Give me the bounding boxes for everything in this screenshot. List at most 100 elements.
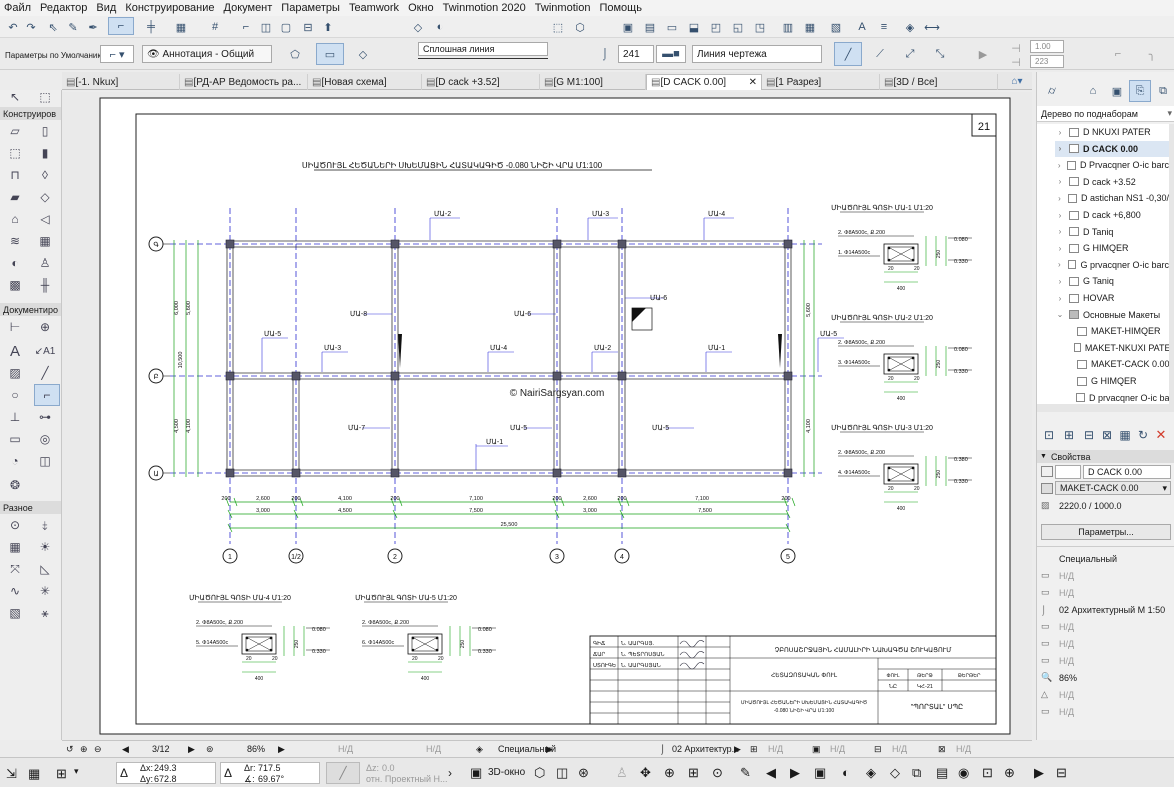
dy-value[interactable]: 672.8: [154, 774, 177, 784]
project-zero-label[interactable]: отн. Проектный Н...: [366, 774, 448, 784]
tree-scrollbar[interactable]: [1169, 124, 1174, 404]
change-tool-icon[interactable]: ❂: [4, 476, 26, 494]
dim-std-icon[interactable]: ⌡: [660, 744, 665, 754]
pointer-icon[interactable]: ⇖: [44, 18, 62, 36]
nd-line-6[interactable]: △ Н/Д: [1037, 686, 1174, 703]
render-icon-3d[interactable]: ◐: [842, 765, 850, 780]
tab-view[interactable]: ▤ [РД-АР Ведомость ра...: [180, 74, 308, 90]
view-map-icon[interactable]: ▣: [1107, 82, 1127, 100]
tree-item[interactable]: › G prvacqner O-ic barc: [1055, 257, 1169, 273]
dr-value[interactable]: 717.5: [258, 763, 281, 773]
tree-item[interactable]: G HIMQER: [1063, 373, 1174, 389]
guide-icon[interactable]: ╪: [140, 18, 162, 36]
zone-tool-icon[interactable]: ▩: [4, 276, 26, 294]
tab-view[interactable]: ▤ [D cack +3.52]: [422, 74, 540, 90]
worksheet-icon[interactable]: ◱: [728, 18, 748, 36]
dimension-tool-icon[interactable]: ⊢: [4, 318, 26, 336]
eyedropper-icon[interactable]: ✎: [64, 18, 82, 36]
wall-tool-icon[interactable]: ▱: [4, 122, 26, 140]
rectangle-icon[interactable]: ▭: [316, 43, 344, 65]
tree-item[interactable]: › HOVAR: [1055, 290, 1169, 306]
label-tool-icon[interactable]: ↙ A1: [34, 342, 56, 360]
pan-icon[interactable]: ✥: [640, 765, 651, 781]
hotspot-icon[interactable]: ✳: [34, 582, 56, 600]
tree-item[interactable]: › G Taniq: [1055, 273, 1169, 289]
renovation-status-icon[interactable]: ⊞: [750, 744, 758, 755]
zoom-3d-icon[interactable]: ⊕: [664, 765, 675, 781]
tab-view[interactable]: ▤ [-1. Nkux]: [62, 74, 180, 90]
expand-icon[interactable]: ›: [448, 766, 452, 780]
arrow-left-icon[interactable]: ◀: [766, 765, 776, 781]
navigator-popup-icon[interactable]: ⌭: [1041, 82, 1063, 100]
dx-value[interactable]: 249.3: [154, 763, 177, 773]
nd-line-7[interactable]: ▭ Н/Д: [1037, 703, 1174, 720]
camera-icon[interactable]: ⚹: [34, 604, 56, 622]
tree-item[interactable]: › D cack +6,800: [1055, 207, 1169, 223]
menu-item[interactable]: Teamwork: [345, 2, 404, 14]
filter-status-icon[interactable]: ⊟: [874, 744, 882, 755]
list-icon[interactable]: ▦: [800, 18, 820, 36]
arrow-tool-icon[interactable]: ↖: [4, 90, 26, 106]
section-tool-icon[interactable]: ▭: [4, 430, 26, 448]
calendar-icon[interactable]: ▧: [826, 18, 846, 36]
line-chained-icon[interactable]: ⟋: [868, 45, 892, 63]
text-tool-icon[interactable]: A: [4, 342, 26, 360]
pen-color-swatch[interactable]: ▬■: [656, 45, 686, 63]
menu-item[interactable]: Редактор: [36, 2, 92, 14]
shell-tool-icon[interactable]: ◁: [34, 210, 56, 228]
line-double-icon[interactable]: ⤢: [898, 45, 922, 63]
3d-cube-icon[interactable]: ◫: [556, 765, 568, 781]
layer-icon[interactable]: ◫: [256, 18, 276, 36]
pen-icon-3d[interactable]: ✎: [740, 765, 751, 781]
drawing-tool-icon[interactable]: ⊥: [4, 408, 26, 426]
nd-line-5[interactable]: ▭ Н/Д: [1037, 652, 1174, 669]
expand-arrow-icon[interactable]: ›: [1055, 227, 1065, 236]
view-icon[interactable]: ▢: [276, 18, 296, 36]
beam-tool-icon[interactable]: ⬚: [4, 144, 26, 162]
roof-tool-icon[interactable]: ⌂: [4, 210, 26, 228]
tree-item[interactable]: MAKET-HIMQER: [1063, 323, 1174, 339]
tracker-icon[interactable]: ⇲: [6, 766, 17, 782]
num-field-2[interactable]: 223: [1030, 55, 1064, 68]
line-single-icon[interactable]: ╱: [834, 42, 862, 66]
new-folder-icon[interactable]: ⊟: [1081, 426, 1097, 444]
num-field-1[interactable]: 1.00: [1030, 40, 1064, 53]
tree-item[interactable]: MAKET-CACK 0.00: [1063, 356, 1174, 372]
expand-arrow-icon[interactable]: ›: [1055, 244, 1065, 253]
nd-value-3[interactable]: Н/Д: [768, 744, 783, 754]
nd-line-3[interactable]: ▭ Н/Д: [1037, 618, 1174, 635]
worksheet-tool-icon[interactable]: ◫: [34, 452, 56, 470]
project-map-icon[interactable]: ⌂: [1083, 82, 1103, 100]
expand-arrow-icon[interactable]: ›: [1055, 161, 1063, 170]
marquee-icon[interactable]: ⬚: [548, 18, 568, 36]
line-arrow-icon[interactable]: ⤡: [928, 45, 952, 63]
menu-item[interactable]: Файл: [0, 2, 36, 14]
elevation-tool-icon[interactable]: ◎: [34, 430, 56, 448]
annotation-select[interactable]: 👁 Аннотация - Общий: [142, 45, 272, 63]
suspend-groups-icon[interactable]: ▦: [170, 18, 192, 36]
column-tool-icon[interactable]: ▯: [34, 122, 56, 140]
snapshot-icon[interactable]: ▣: [814, 765, 826, 781]
angle-lock-icon[interactable]: ╱: [326, 762, 360, 784]
orbit-icon[interactable]: ⊛: [578, 765, 589, 781]
layers-icon[interactable]: ◈: [476, 744, 483, 755]
relative-icon[interactable]: ⊞: [56, 766, 67, 782]
style-icon[interactable]: ◈: [866, 765, 876, 781]
morph-tool-icon[interactable]: ◐: [4, 254, 26, 272]
filter-icon[interactable]: ▤: [936, 765, 948, 781]
window-tool-icon[interactable]: ▮: [34, 144, 56, 162]
section-design[interactable]: Конструиров: [0, 107, 61, 120]
zoom-out-icon[interactable]: ⊖: [94, 744, 102, 755]
spring-icon[interactable]: ⤈: [34, 516, 56, 534]
scale-line[interactable]: ⌡ 02 Архитектурный М 1:50: [1037, 601, 1174, 618]
detail-icon[interactable]: ◰: [706, 18, 726, 36]
nd-line-1[interactable]: ▭ Н/Д: [1037, 567, 1174, 584]
tree-item[interactable]: › G HIMQER: [1055, 240, 1169, 256]
measure-icon[interactable]: ⟷: [922, 18, 942, 36]
tree-item[interactable]: › D CACK 0.00: [1055, 140, 1169, 157]
tree-item[interactable]: › D cack +3.52: [1055, 174, 1169, 190]
section-more[interactable]: Разное: [0, 501, 61, 514]
dropdown-icon[interactable]: ▾: [74, 766, 79, 777]
snap-icon[interactable]: ⌐: [108, 17, 134, 35]
structure-status-icon[interactable]: ▣: [812, 744, 821, 755]
